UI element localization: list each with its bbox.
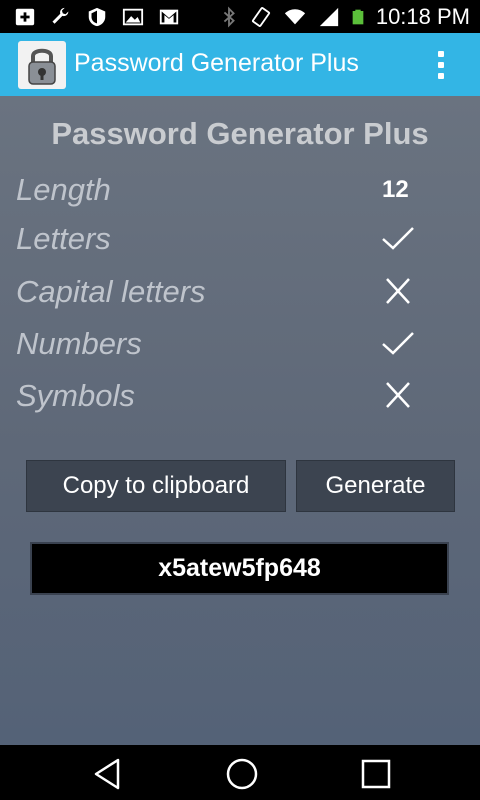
page-heading: Password Generator Plus: [51, 116, 429, 151]
gmail-icon: [159, 9, 179, 25]
check-icon[interactable]: [380, 223, 416, 253]
main-content: Password Generator Plus Length 12 Letter…: [0, 96, 480, 745]
option-row-symbols: Symbols: [0, 378, 480, 426]
back-icon[interactable]: [88, 754, 128, 794]
option-label-capital-letters: Capital letters: [16, 274, 206, 309]
check-icon[interactable]: [380, 328, 416, 358]
option-label-length: Length: [16, 172, 111, 207]
wifi-icon: [284, 9, 305, 25]
status-time: 10:18 PM: [375, 4, 470, 29]
option-label-letters: Letters: [16, 221, 111, 256]
recent-apps-icon[interactable]: [356, 754, 396, 794]
app-title: Password Generator Plus: [74, 49, 359, 77]
vibrate-icon: [251, 7, 270, 27]
overflow-menu-icon[interactable]: [436, 51, 446, 79]
home-icon[interactable]: [222, 754, 262, 794]
shield-icon: [88, 7, 106, 27]
cross-icon[interactable]: [380, 380, 416, 410]
generate-button[interactable]: Generate: [296, 460, 455, 512]
copy-to-clipboard-button[interactable]: Copy to clipboard: [26, 460, 286, 512]
notification-icons: [14, 5, 180, 29]
option-row-capital-letters: Capital letters: [0, 274, 480, 322]
cross-icon[interactable]: [380, 276, 416, 306]
generated-password: x5atew5fp648: [30, 542, 449, 595]
navigation-bar: [0, 745, 480, 800]
option-row-numbers: Numbers: [0, 326, 480, 374]
length-value[interactable]: 12: [382, 176, 409, 204]
padlock-icon: [28, 48, 56, 85]
option-label-symbols: Symbols: [16, 378, 135, 413]
signal-icon: [319, 7, 338, 27]
battery-icon: [352, 9, 364, 25]
option-label-numbers: Numbers: [16, 326, 142, 361]
option-row-length: Length 12: [0, 172, 480, 220]
system-status: 10:18 PM: [218, 4, 470, 30]
action-bar: Password Generator Plus: [0, 33, 480, 96]
status-bar: 10:18 PM: [0, 0, 480, 33]
app-icon: [18, 41, 66, 89]
wrench-icon: [52, 7, 69, 24]
bluetooth-icon: [223, 6, 235, 28]
option-row-letters: Letters: [0, 221, 480, 269]
add-box-icon: [15, 8, 35, 26]
image-icon: [122, 8, 144, 26]
